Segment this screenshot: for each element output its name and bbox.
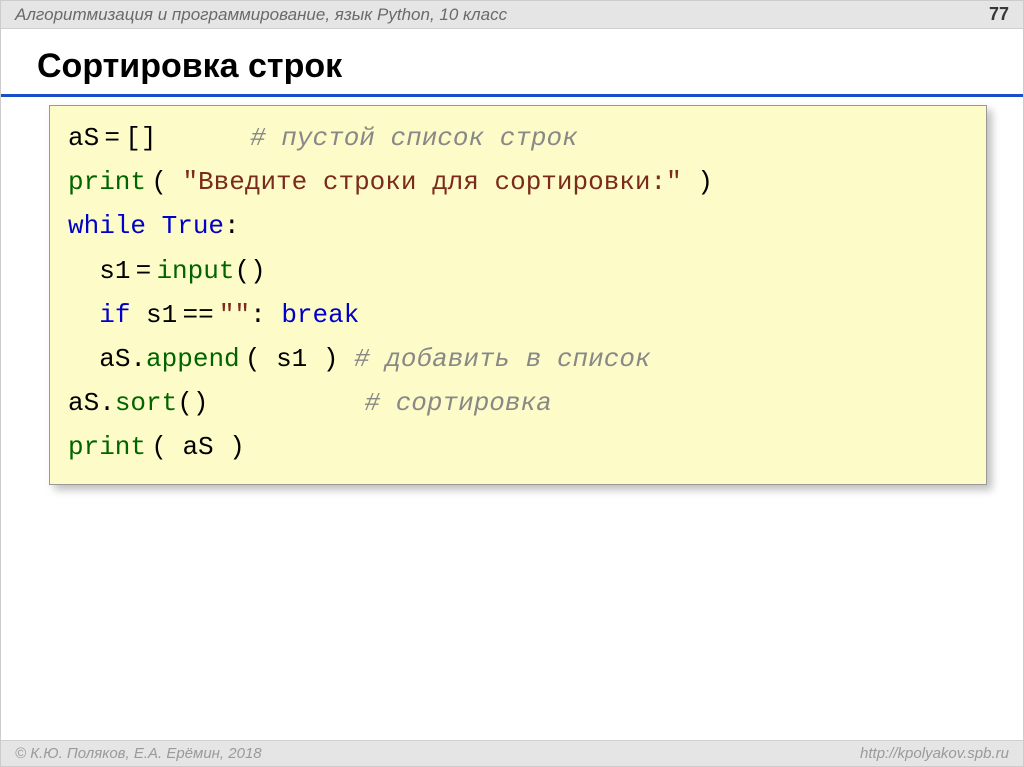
title-underline — [1, 94, 1023, 97]
footer-url: http://kpolyakov.spb.ru — [860, 745, 1009, 762]
code-line-2: print ( "Введите строки для сортировки:"… — [68, 160, 968, 204]
page-number: 77 — [989, 4, 1009, 25]
code-line-3: while True: — [68, 204, 968, 248]
slide-title: Сортировка строк — [1, 29, 1023, 94]
footer-copyright: © К.Ю. Поляков, Е.А. Ерёмин, 2018 — [15, 745, 860, 762]
footer-bar: © К.Ю. Поляков, Е.А. Ерёмин, 2018 http:/… — [1, 740, 1023, 766]
code-line-5: if s1 == "": break — [68, 293, 968, 337]
code-line-1: aS = [] # пустой список строк — [68, 116, 968, 160]
code-line-4: s1 = input() — [68, 249, 968, 293]
header-title: Алгоритмизация и программирование, язык … — [15, 5, 989, 25]
header-bar: Алгоритмизация и программирование, язык … — [1, 1, 1023, 29]
code-line-8: print ( aS ) — [68, 425, 968, 469]
code-line-6: aS.append ( s1 ) # добавить в список — [68, 337, 968, 381]
code-line-7: aS.sort() # сортировка — [68, 381, 968, 425]
code-block: aS = [] # пустой список строк print ( "В… — [49, 105, 987, 485]
